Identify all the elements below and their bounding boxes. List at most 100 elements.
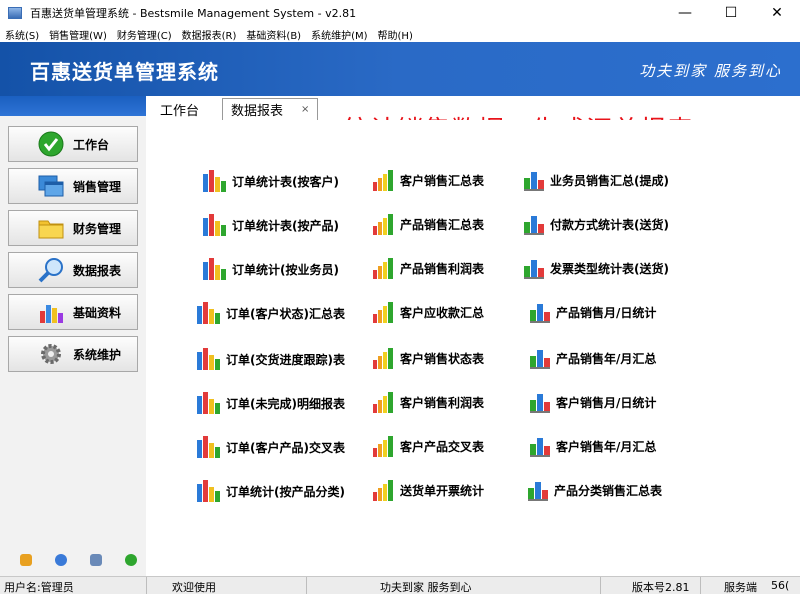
report-label: 送货单开票统计 [400, 483, 485, 498]
report-link[interactable]: 订单(客户状态)汇总表 [196, 300, 345, 326]
menu-system[interactable]: 系统(S) [5, 27, 39, 42]
tab-reports[interactable]: 数据报表 × [222, 98, 319, 120]
report-label: 订单(交货进度跟踪)表 [226, 352, 345, 367]
bar-chart-3d-icon [522, 212, 550, 236]
tab-workbench[interactable]: 工作台 [160, 98, 199, 120]
report-link[interactable]: 订单统计表(按产品) [202, 212, 339, 238]
nav-workbench-button[interactable]: 工作台 [8, 126, 138, 162]
palette-icon [37, 298, 65, 326]
report-link[interactable]: 订单(交货进度跟踪)表 [196, 346, 345, 372]
report-link[interactable]: 客户应收款汇总 [372, 300, 484, 324]
bar-chart-icon [196, 300, 226, 326]
report-label: 订单统计表(按产品) [232, 218, 339, 233]
report-label: 发票类型统计表(送货) [550, 261, 669, 276]
calculator-icon[interactable] [90, 554, 102, 566]
report-link[interactable]: 产品销售年/月汇总 [528, 346, 656, 370]
report-link[interactable]: 客户销售月/日统计 [528, 390, 656, 414]
bar-chart-3d-icon [526, 478, 554, 502]
report-label: 订单(未完成)明细报表 [226, 396, 345, 411]
report-link[interactable]: 客户销售年/月汇总 [528, 434, 656, 458]
tab-close-icon[interactable]: × [301, 104, 309, 115]
report-label: 产品销售年/月汇总 [556, 351, 657, 366]
maximize-button[interactable]: ☐ [708, 0, 754, 26]
status-slogan: 功夫到家 服务到心 [380, 581, 472, 594]
rising-bar-chart-icon [372, 478, 400, 502]
app-icon [8, 7, 22, 19]
report-label: 产品销售汇总表 [400, 217, 485, 232]
bar-chart-icon [196, 478, 226, 504]
report-label: 客户销售利润表 [400, 395, 485, 410]
bar-chart-3d-icon [528, 390, 556, 414]
tab-label: 数据报表 [231, 104, 284, 119]
edit-icon[interactable] [20, 554, 32, 566]
title-bar: 百惠送货单管理系统 - Bestsmile Management System … [0, 0, 800, 26]
menu-sales[interactable]: 销售管理(W) [49, 27, 107, 42]
nav-label: 数据报表 [73, 263, 122, 278]
report-link[interactable]: 送货单开票统计 [372, 478, 484, 502]
status-version: 版本号2.81 [632, 581, 690, 594]
nav-sales-button[interactable]: 销售管理 [8, 168, 138, 204]
report-link[interactable]: 产品销售月/日统计 [528, 300, 656, 324]
report-label: 客户销售状态表 [400, 351, 485, 366]
menu-maintenance[interactable]: 系统维护(M) [311, 27, 367, 42]
report-label: 客户应收款汇总 [400, 305, 485, 320]
system-title: 百惠送货单管理系统 [30, 60, 219, 84]
rising-bar-chart-icon [372, 346, 400, 370]
report-label: 客户产品交叉表 [400, 439, 485, 454]
menu-help[interactable]: 帮助(H) [378, 27, 413, 42]
back-arrow-icon[interactable] [125, 554, 137, 566]
sidebar: 工作台 销售管理 财务管理 数据报表 基础资料 系统维护 [0, 96, 146, 576]
report-label: 付款方式统计表(送货) [550, 217, 669, 232]
bar-chart-3d-icon [528, 346, 556, 370]
nav-label: 财务管理 [73, 221, 122, 236]
report-link[interactable]: 客户销售汇总表 [372, 168, 484, 192]
nav-label: 基础资料 [73, 305, 122, 320]
menu-reports[interactable]: 数据报表(R) [182, 27, 237, 42]
report-link[interactable]: 订单统计(按业务员) [202, 256, 339, 282]
report-label: 客户销售月/日统计 [556, 395, 657, 410]
rising-bar-chart-icon [372, 212, 400, 236]
gear-icon [37, 340, 65, 368]
nav-label: 销售管理 [73, 179, 122, 194]
report-link[interactable]: 付款方式统计表(送货) [522, 212, 669, 236]
nav-label: 工作台 [73, 137, 110, 152]
bar-chart-icon [202, 256, 232, 282]
folder-icon [37, 214, 65, 242]
report-link[interactable]: 客户销售状态表 [372, 346, 484, 370]
window-title: 百惠送货单管理系统 - Bestsmile Management System … [30, 7, 357, 20]
bar-chart-icon [202, 168, 232, 194]
report-link[interactable]: 产品销售利润表 [372, 256, 484, 280]
close-button[interactable]: ✕ [754, 0, 800, 26]
report-link[interactable]: 客户产品交叉表 [372, 434, 484, 458]
bar-chart-3d-icon [528, 434, 556, 458]
report-link[interactable]: 业务员销售汇总(提成) [522, 168, 669, 192]
report-link[interactable]: 订单(客户产品)交叉表 [196, 434, 345, 460]
report-link[interactable]: 发票类型统计表(送货) [522, 256, 669, 280]
bar-chart-icon [196, 346, 226, 372]
report-link[interactable]: 订单统计表(按客户) [202, 168, 339, 194]
nav-finance-button[interactable]: 财务管理 [8, 210, 138, 246]
report-link[interactable]: 客户销售利润表 [372, 390, 484, 414]
nav-maintenance-button[interactable]: 系统维护 [8, 336, 138, 372]
report-link[interactable]: 订单统计(按产品分类) [196, 478, 345, 504]
banner-slogan: 功夫到家 服务到心 [639, 62, 782, 80]
menu-basic-data[interactable]: 基础资料(B) [246, 27, 301, 42]
status-welcome: 欢迎使用 [172, 581, 216, 594]
rising-bar-chart-icon [372, 256, 400, 280]
minimize-button[interactable]: — [662, 0, 708, 26]
header-banner: 百惠送货单管理系统 功夫到家 服务到心 [0, 42, 800, 96]
nav-reports-button[interactable]: 数据报表 [8, 252, 138, 288]
clock-icon[interactable] [55, 554, 67, 566]
report-link[interactable]: 产品分类销售汇总表 [526, 478, 662, 502]
reports-panel: 订单统计表(按客户) 订单统计表(按产品) 订单统计(按业务员) 订单(客户状态)汇总… [146, 120, 800, 576]
report-link[interactable]: 产品销售汇总表 [372, 212, 484, 236]
menu-finance[interactable]: 财务管理(C) [117, 27, 172, 42]
bar-chart-icon [202, 212, 232, 238]
rising-bar-chart-icon [372, 300, 400, 324]
rising-bar-chart-icon [372, 434, 400, 458]
report-label: 订单统计表(按客户) [232, 174, 339, 189]
nav-basic-data-button[interactable]: 基础资料 [8, 294, 138, 330]
report-label: 订单(客户产品)交叉表 [226, 440, 345, 455]
report-link[interactable]: 订单(未完成)明细报表 [196, 390, 345, 416]
report-label: 订单统计(按业务员) [232, 262, 339, 277]
